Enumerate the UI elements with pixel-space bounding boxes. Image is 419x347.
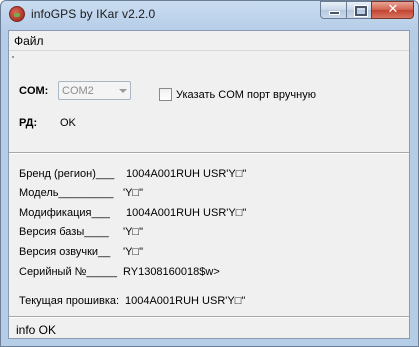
- com-label: COM:: [19, 85, 49, 97]
- client-area: Файл COM: COM2 Указать COM порт вручную …: [8, 30, 410, 339]
- separator-top: [9, 152, 409, 154]
- db-version-label: Версия базы____: [19, 226, 109, 238]
- window-title: infoGPS by IKar v2.2.0: [31, 7, 156, 21]
- menu-bar: Файл: [9, 31, 409, 51]
- minimize-button[interactable]: [320, 1, 347, 19]
- separator-bottom: [9, 316, 409, 318]
- app-icon: [9, 6, 25, 22]
- brand-label: Бренд (регион)___: [19, 168, 115, 180]
- com-port-value: COM2: [62, 85, 94, 97]
- modification-value: 1004A001RUH USR'Y□": [126, 207, 247, 219]
- minimize-icon: [329, 11, 340, 15]
- manual-com-checkbox[interactable]: [159, 88, 172, 101]
- model-value: 'Y□": [123, 187, 143, 199]
- serial-label: Серийный №_____: [19, 266, 118, 278]
- db-version-value: 'Y□": [123, 226, 143, 238]
- voice-version-value: 'Y□": [123, 246, 143, 258]
- maximize-button[interactable]: [346, 1, 372, 19]
- title-bar[interactable]: infoGPS by IKar v2.2.0 ✕: [1, 1, 418, 29]
- manual-com-label[interactable]: Указать COM порт вручную: [176, 89, 316, 101]
- menu-file[interactable]: Файл: [14, 34, 44, 48]
- firmware-label: Текущая прошивка:: [19, 295, 120, 307]
- voice-version-label: Версия озвучки__: [19, 246, 111, 258]
- app-window: infoGPS by IKar v2.2.0 ✕ Файл COM: COM2 …: [0, 0, 419, 347]
- serial-value: RY1308160018$w>: [123, 266, 220, 278]
- model-label: Модель_________: [19, 187, 114, 199]
- status-text: info OK: [16, 323, 57, 337]
- close-button[interactable]: ✕: [371, 1, 414, 19]
- rd-label: РД:: [19, 117, 38, 129]
- rd-value: OK: [60, 117, 76, 129]
- com-port-select[interactable]: COM2: [58, 81, 131, 100]
- maximize-icon: [355, 6, 367, 16]
- brand-value: 1004A001RUH USR'Y□": [126, 168, 247, 180]
- chevron-down-icon: [119, 89, 127, 93]
- close-icon: ✕: [387, 2, 399, 17]
- firmware-value: 1004A001RUH USR'Y□": [125, 295, 246, 307]
- toolbar-grip: [9, 51, 409, 58]
- modification-label: Модификация___: [19, 207, 110, 219]
